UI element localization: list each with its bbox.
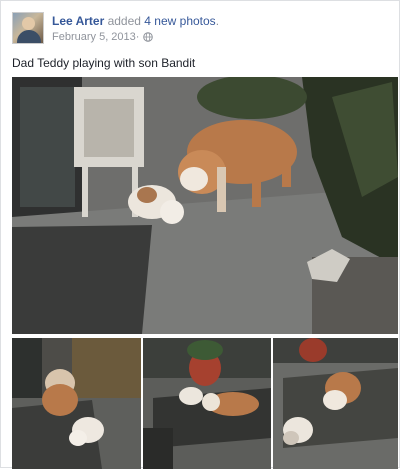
author-name[interactable]: Lee Arter: [52, 14, 104, 28]
post-caption: Dad Teddy playing with son Bandit: [12, 56, 196, 70]
main-photo[interactable]: [12, 77, 398, 334]
photos-link[interactable]: 4 new photos: [144, 14, 215, 28]
post-date[interactable]: February 5, 2013: [52, 31, 136, 43]
post-card: Lee Arter added 4 new photos. February 5…: [0, 0, 400, 469]
thumbnail-photo-3[interactable]: [273, 338, 398, 469]
post-header: Lee Arter added 4 new photos.: [52, 14, 219, 28]
post-meta: February 5, 2013 ·: [52, 31, 154, 43]
action-text: added: [104, 14, 145, 28]
thumbnail-photo-1[interactable]: [12, 338, 141, 469]
meta-separator: ·: [135, 31, 140, 43]
globe-icon[interactable]: [143, 32, 154, 42]
avatar[interactable]: [12, 12, 44, 44]
thumbnail-photo-2[interactable]: [143, 338, 271, 469]
period-text: .: [215, 14, 220, 28]
